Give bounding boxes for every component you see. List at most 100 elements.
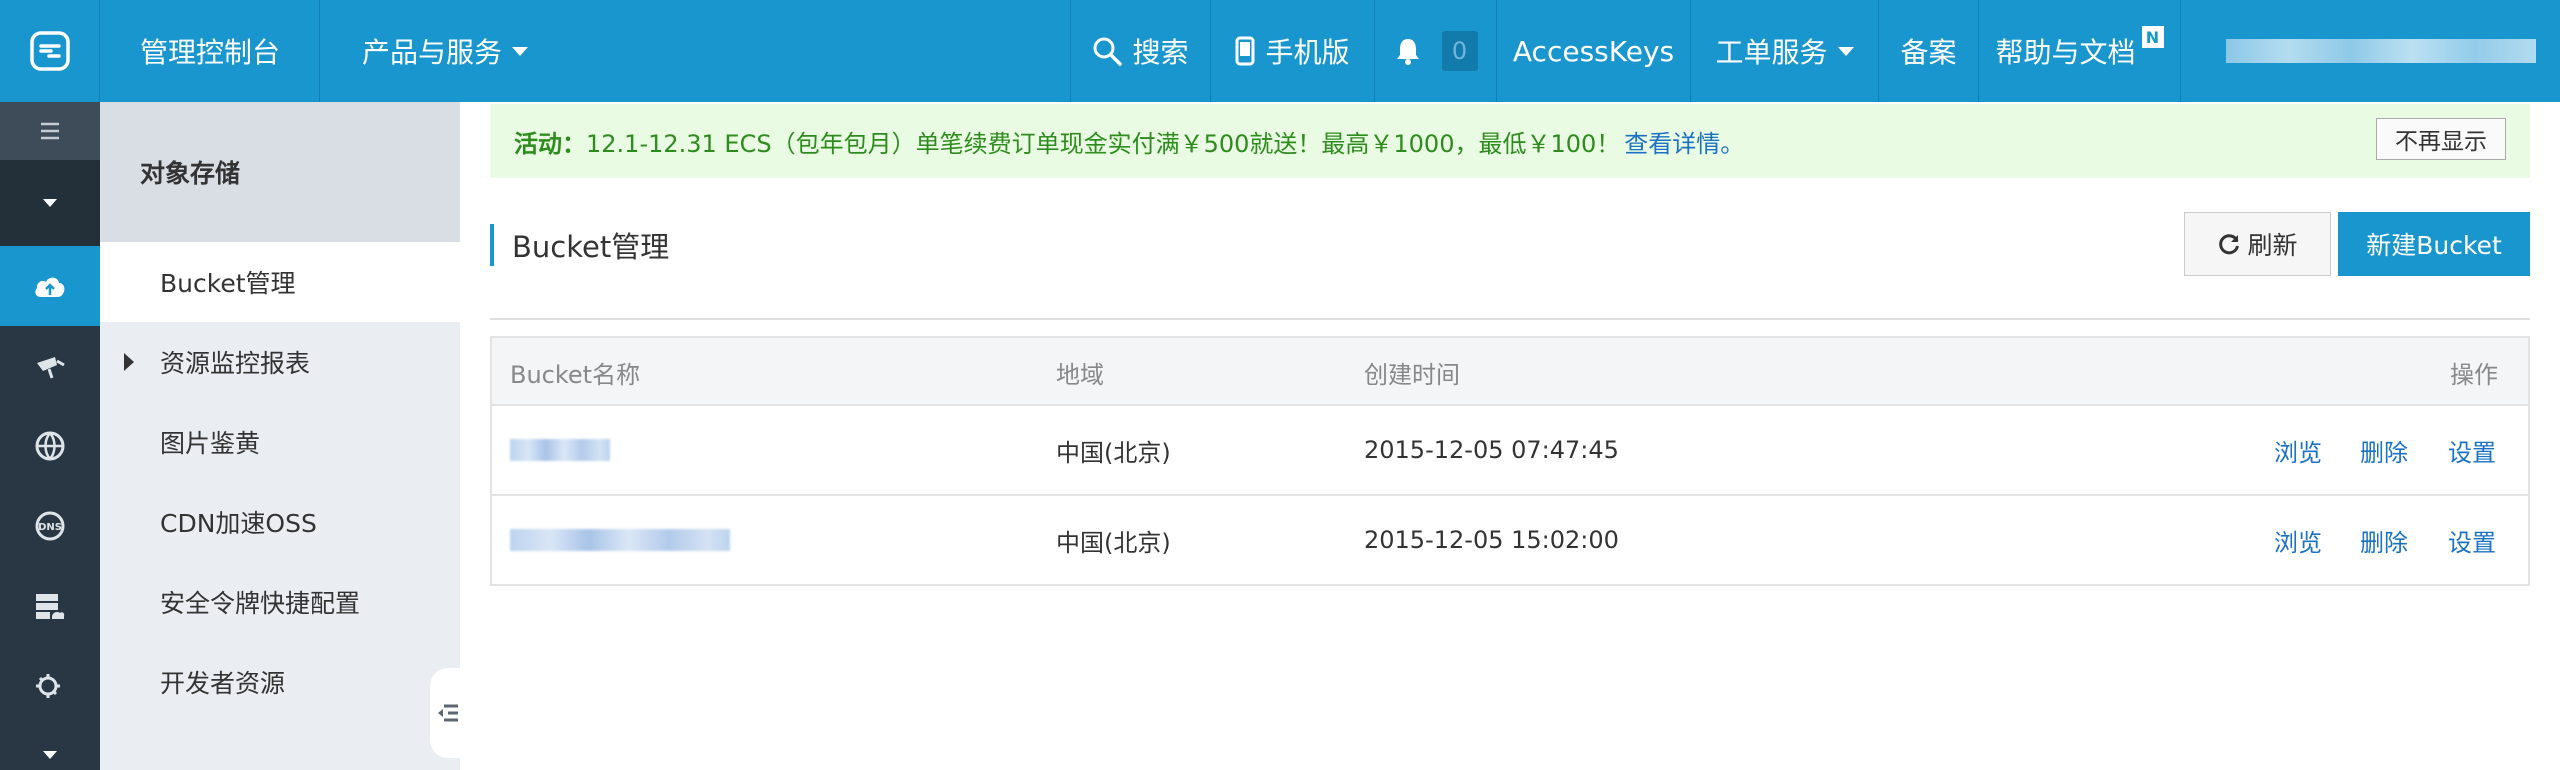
products-label: 产品与服务	[362, 36, 503, 69]
search-button[interactable]: 搜索	[1070, 0, 1210, 102]
refresh-icon	[2219, 234, 2240, 255]
page-title: Bucket管理	[490, 224, 669, 266]
refresh-button[interactable]: 刷新	[2184, 212, 2331, 276]
sidebar-item-label: 资源监控报表	[160, 349, 311, 378]
oss-sidebar: 对象存储 Bucket管理 资源监控报表 图片鉴黄 CDN加速OSS 安全令牌快…	[100, 102, 466, 770]
banner-text: 12.1-12.31 ECS（包年包月）单笔续费订单现金实付满￥500就送！最高…	[586, 129, 1621, 158]
rail-collapse-button[interactable]	[0, 160, 100, 246]
settings-link[interactable]: 设置	[2448, 406, 2496, 494]
sidebar-item-developer-resources[interactable]: 开发者资源	[100, 642, 460, 722]
console-title: 管理控制台	[140, 36, 281, 69]
divider	[490, 318, 2530, 320]
sidebar-item-sts-config[interactable]: 安全令牌快捷配置	[100, 562, 460, 642]
mobile-label: 手机版	[1265, 36, 1350, 69]
rail-item-oss[interactable]	[0, 246, 100, 326]
sidebar-item-image-porn-detection[interactable]: 图片鉴黄	[100, 402, 460, 482]
delete-link[interactable]: 删除	[2360, 406, 2408, 494]
banner-prefix: 活动：	[514, 129, 586, 158]
rail-item-network[interactable]	[0, 406, 100, 486]
chevron-down-icon	[43, 199, 57, 207]
top-navigation-bar: 管理控制台 产品与服务 搜索 手机版 0 AccessKeys 工单服务 备案 …	[0, 0, 2560, 102]
table-header: Bucket名称 地域 创建时间 操作	[492, 338, 2528, 406]
help-label: 帮助与文档	[1995, 36, 2136, 69]
chevron-down-icon	[1837, 46, 1854, 56]
chevron-down-icon	[43, 751, 57, 759]
mobile-version-link[interactable]: 手机版	[1210, 0, 1374, 102]
new-bucket-label: 新建Bucket	[2366, 231, 2502, 260]
rail-item-dns[interactable]: DNS	[0, 486, 100, 566]
aliyun-logo[interactable]	[0, 0, 100, 102]
aliyun-logo-icon	[29, 31, 70, 71]
sidebar-item-resource-monitoring[interactable]: 资源监控报表	[100, 322, 460, 402]
bell-icon	[1396, 39, 1419, 65]
rail-item-database[interactable]	[0, 566, 100, 646]
banner-details-link[interactable]: 查看详情。	[1624, 124, 1744, 159]
bucket-name-redacted[interactable]	[510, 406, 610, 494]
sidebar-title-text: 对象存储	[140, 159, 241, 188]
collapse-list-icon	[438, 704, 458, 722]
cloud-upload-icon	[35, 277, 65, 297]
sidebar-item-label: 开发者资源	[160, 669, 286, 698]
sidebar-item-bucket-management[interactable]: Bucket管理	[100, 242, 460, 322]
column-header-region: 地域	[1056, 360, 1104, 389]
row-region: 中国(北京)	[1056, 528, 1171, 557]
promo-banner: 活动： 12.1-12.31 ECS（包年包月）单笔续费订单现金实付满￥500就…	[490, 104, 2530, 178]
ticket-service-dropdown[interactable]: 工单服务	[1690, 0, 1878, 102]
column-header-actions: 操作	[2450, 360, 2498, 389]
products-dropdown[interactable]: 产品与服务	[320, 0, 529, 102]
chevron-down-icon	[512, 46, 529, 56]
expand-triangle-icon	[124, 353, 134, 371]
dns-icon: DNS	[35, 511, 65, 541]
rail-item-monitor[interactable]	[0, 646, 100, 726]
column-header-name: Bucket名称	[510, 360, 641, 389]
browse-link[interactable]: 浏览	[2274, 496, 2322, 584]
sidebar-item-label: CDN加速OSS	[160, 509, 317, 538]
console-home-link[interactable]: 管理控制台	[100, 0, 320, 102]
refresh-label: 刷新	[2247, 231, 2298, 260]
sidebar-item-label: 安全令牌快捷配置	[160, 589, 361, 618]
accesskeys-label: AccessKeys	[1512, 34, 1675, 68]
sidebar-collapse-toggle[interactable]	[430, 668, 466, 758]
rail-item-cdn[interactable]	[0, 326, 100, 406]
user-name-redacted	[2225, 39, 2536, 63]
bucket-table: Bucket名称 地域 创建时间 操作 中国(北京) 2015-12-05 07…	[490, 336, 2530, 586]
sidebar-item-cdn-acceleration[interactable]: CDN加速OSS	[100, 482, 460, 562]
table-row: 中国(北京) 2015-12-05 15:02:00 浏览 删除 设置	[492, 496, 2528, 586]
product-rail: DNS	[0, 102, 100, 770]
user-account-menu[interactable]	[2180, 0, 2560, 102]
menu-toggle-button[interactable]	[0, 102, 100, 160]
settings-link[interactable]: 设置	[2448, 496, 2496, 584]
globe-icon	[35, 431, 65, 461]
sidebar-item-label: 图片鉴黄	[160, 429, 261, 458]
row-created: 2015-12-05 07:47:45	[1364, 436, 1619, 464]
delete-link[interactable]: 删除	[2360, 496, 2408, 584]
table-row: 中国(北京) 2015-12-05 07:47:45 浏览 删除 设置	[492, 406, 2528, 496]
hamburger-menu-icon	[41, 122, 59, 140]
row-created: 2015-12-05 15:02:00	[1364, 526, 1619, 554]
new-badge: N	[2141, 26, 2164, 48]
page-title-text: Bucket管理	[512, 230, 670, 264]
ticket-label: 工单服务	[1715, 36, 1828, 69]
mobile-phone-icon	[1235, 36, 1255, 66]
bucket-name-redacted[interactable]	[510, 496, 730, 584]
search-label: 搜索	[1132, 36, 1189, 69]
dismiss-banner-button[interactable]: 不再显示	[2376, 118, 2506, 160]
row-region: 中国(北京)	[1056, 438, 1171, 467]
search-icon	[1093, 37, 1123, 66]
column-header-created: 创建时间	[1364, 360, 1460, 389]
svg-text:DNS: DNS	[38, 522, 62, 533]
accesskeys-link[interactable]: AccessKeys	[1496, 0, 1690, 102]
sidebar-item-label: Bucket管理	[160, 269, 296, 298]
beian-link[interactable]: 备案	[1878, 0, 1978, 102]
new-bucket-button[interactable]: 新建Bucket	[2338, 212, 2530, 276]
notification-count-badge: 0	[1441, 31, 1478, 71]
help-docs-link[interactable]: 帮助与文档 N	[1978, 0, 2180, 102]
rail-more-button[interactable]	[0, 740, 100, 770]
beian-label: 备案	[1900, 36, 1957, 69]
browse-link[interactable]: 浏览	[2274, 406, 2322, 494]
server-stack-icon	[36, 594, 65, 619]
satellite-icon	[37, 357, 65, 379]
cloud-gear-icon	[36, 674, 60, 698]
notifications-button[interactable]: 0	[1374, 0, 1496, 102]
sidebar-title: 对象存储	[100, 102, 460, 242]
